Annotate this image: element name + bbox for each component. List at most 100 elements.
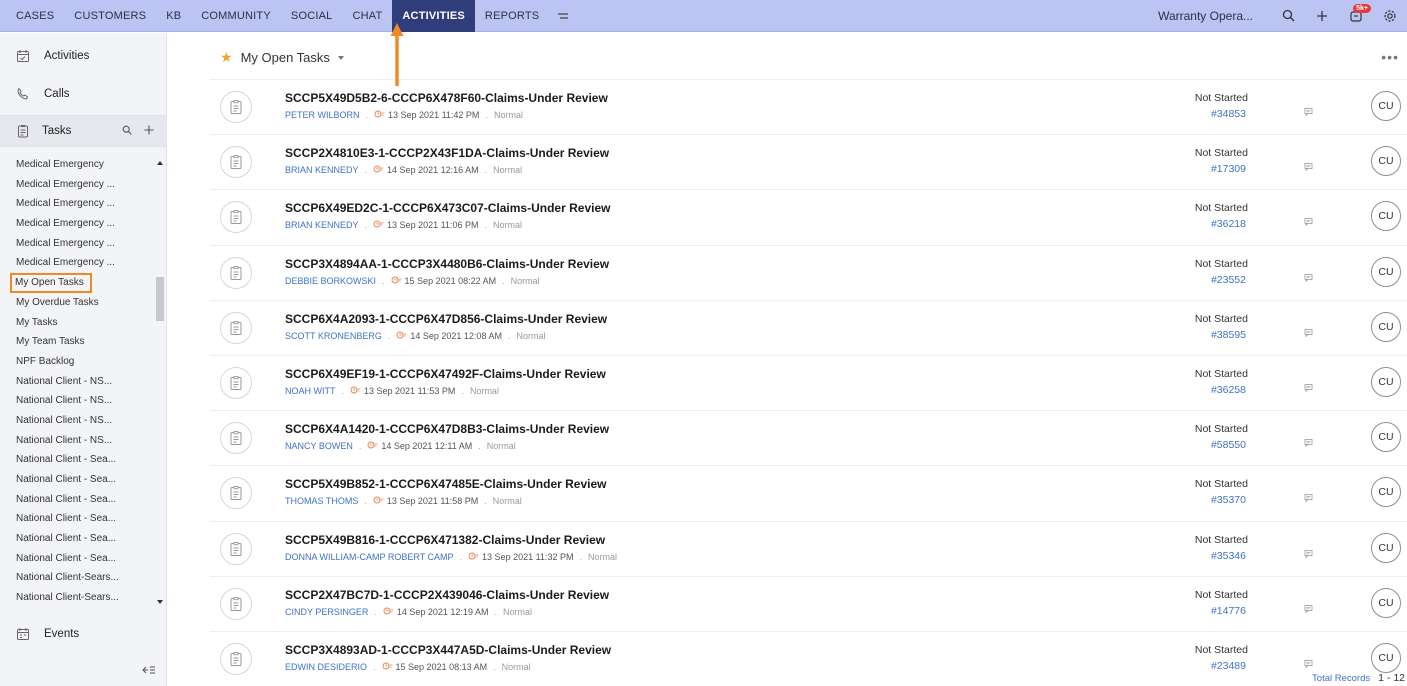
task-row[interactable]: SCCP6X49EF19-1-CCCP6X47492F-Claims-Under… <box>210 354 1407 410</box>
search-icon[interactable] <box>122 125 132 138</box>
task-row[interactable]: SCCP5X49B816-1-CCCP6X471382-Claims-Under… <box>210 520 1407 576</box>
ticket-number-link[interactable]: #34853 <box>1190 108 1246 120</box>
contact-link[interactable]: NOAH WITT <box>285 386 336 396</box>
sidebar-item-tasks[interactable]: Tasks <box>0 115 166 147</box>
nav-tab-reports[interactable]: REPORTS <box>475 0 549 32</box>
task-subject-link[interactable]: SCCP3X4894AA-1-CCCP3X4480B6-Claims-Under… <box>285 257 609 271</box>
owner-avatar[interactable]: CU <box>1371 311 1401 342</box>
scrollbar-thumb[interactable] <box>156 277 164 321</box>
search-icon[interactable] <box>1271 0 1305 32</box>
sidebar-view-item[interactable]: National Client - NS... <box>0 431 155 451</box>
sidebar-view-item[interactable]: National Client-Sears... <box>0 568 155 588</box>
nav-tab-activities[interactable]: ACTIVITIES <box>392 0 475 32</box>
sidebar-view-item[interactable]: Medical Emergency <box>0 155 155 175</box>
task-row[interactable]: SCCP6X4A2093-1-CCCP6X47D856-Claims-Under… <box>210 299 1407 355</box>
sidebar-item-activities[interactable]: Activities <box>0 37 166 75</box>
sidebar-view-item[interactable]: National Client - Sea... <box>0 529 155 549</box>
sidebar-view-item[interactable]: National Client - Sea... <box>0 470 155 490</box>
comment-icon[interactable] <box>1304 213 1313 231</box>
notification-icon[interactable]: 5k+ <box>1339 0 1373 32</box>
comment-icon[interactable] <box>1304 103 1313 121</box>
sidebar-view-item[interactable]: National Client - NS... <box>0 391 155 411</box>
sidebar-view-item[interactable]: Medical Emergency ... <box>0 214 155 234</box>
sidebar-item-events[interactable]: Events <box>0 615 166 653</box>
collapse-sidebar-icon[interactable] <box>142 664 156 678</box>
contact-link[interactable]: SCOTT KRONENBERG <box>285 331 382 341</box>
nav-tab-chat[interactable]: CHAT <box>342 0 392 32</box>
ticket-number-link[interactable]: #36218 <box>1190 218 1246 230</box>
sidebar-view-item[interactable]: NPF Backlog <box>0 352 155 372</box>
add-view-icon[interactable] <box>144 125 154 138</box>
task-row[interactable]: SCCP3X4893AD-1-CCCP3X447A5D-Claims-Under… <box>210 630 1407 686</box>
comment-icon[interactable] <box>1304 600 1313 618</box>
owner-avatar[interactable]: CU <box>1371 256 1401 287</box>
ticket-number-link[interactable]: #36258 <box>1190 384 1246 396</box>
comment-icon[interactable] <box>1304 324 1313 342</box>
sidebar-view-item[interactable]: National Client - NS... <box>0 411 155 431</box>
comment-icon[interactable] <box>1304 545 1313 563</box>
contact-link[interactable]: EDWIN DESIDERIO <box>285 662 367 672</box>
sidebar-view-item[interactable]: National Client - Sea... <box>0 450 155 470</box>
nav-tab-kb[interactable]: KB <box>156 0 191 32</box>
task-subject-link[interactable]: SCCP2X47BC7D-1-CCCP2X439046-Claims-Under… <box>285 588 609 602</box>
sidebar-view-item[interactable]: Medical Emergency ... <box>0 253 155 273</box>
task-subject-link[interactable]: SCCP6X4A1420-1-CCCP6X47D8B3-Claims-Under… <box>285 422 609 436</box>
sidebar-view-item[interactable]: My Overdue Tasks <box>0 293 155 313</box>
owner-avatar[interactable]: CU <box>1371 201 1401 232</box>
sidebar-view-item[interactable]: National Client-Sears... <box>0 588 155 608</box>
task-subject-link[interactable]: SCCP5X49B816-1-CCCP6X471382-Claims-Under… <box>285 533 605 547</box>
sidebar-view-item[interactable]: My Open Tasks <box>10 273 92 293</box>
sidebar-view-item[interactable]: Medical Emergency ... <box>0 175 155 195</box>
contact-link[interactable]: PETER WILBORN <box>285 110 360 120</box>
contact-link[interactable]: BRIAN KENNEDY <box>285 220 359 230</box>
task-subject-link[interactable]: SCCP5X49D5B2-6-CCCP6X478F60-Claims-Under… <box>285 91 608 105</box>
owner-avatar[interactable]: CU <box>1371 366 1401 397</box>
ticket-number-link[interactable]: #23552 <box>1190 274 1246 286</box>
owner-avatar[interactable]: CU <box>1371 422 1401 453</box>
comment-icon[interactable] <box>1304 158 1313 176</box>
task-subject-link[interactable]: SCCP6X4A2093-1-CCCP6X47D856-Claims-Under… <box>285 312 607 326</box>
contact-link[interactable]: NANCY BOWEN <box>285 441 353 451</box>
ticket-number-link[interactable]: #17309 <box>1190 163 1246 175</box>
contact-link[interactable]: DEBBIE BORKOWSKI <box>285 276 376 286</box>
task-row[interactable]: SCCP5X49B852-1-CCCP6X47485E-Claims-Under… <box>210 465 1407 520</box>
sidebar-item-calls[interactable]: Calls <box>0 75 166 113</box>
ticket-number-link[interactable]: #58550 <box>1190 439 1246 451</box>
task-subject-link[interactable]: SCCP5X49B852-1-CCCP6X47485E-Claims-Under… <box>285 477 606 491</box>
task-row[interactable]: SCCP6X4A1420-1-CCCP6X47D8B3-Claims-Under… <box>210 410 1407 465</box>
task-subject-link[interactable]: SCCP6X49EF19-1-CCCP6X47492F-Claims-Under… <box>285 367 606 381</box>
owner-avatar[interactable]: CU <box>1371 477 1401 508</box>
sidebar-view-item[interactable]: National Client - Sea... <box>0 549 155 569</box>
owner-avatar[interactable]: CU <box>1371 587 1401 618</box>
owner-avatar[interactable]: CU <box>1371 91 1401 121</box>
sidebar-view-item[interactable]: My Tasks <box>0 313 155 333</box>
contact-link[interactable]: DONNA WILLIAM-CAMP ROBERT CAMP <box>285 552 454 562</box>
contact-link[interactable]: CINDY PERSINGER <box>285 607 368 617</box>
owner-avatar[interactable]: CU <box>1371 642 1401 673</box>
ticket-number-link[interactable]: #35370 <box>1190 494 1246 506</box>
view-title-dropdown[interactable]: ★ My Open Tasks <box>220 49 344 66</box>
sidebar-view-item[interactable]: Medical Emergency ... <box>0 234 155 254</box>
comment-icon[interactable] <box>1304 489 1313 507</box>
comment-icon[interactable] <box>1304 269 1313 287</box>
more-options-icon[interactable]: ••• <box>1381 49 1399 65</box>
owner-avatar[interactable]: CU <box>1371 532 1401 563</box>
nav-more-icon[interactable] <box>549 8 577 24</box>
sidebar-view-item[interactable]: My Team Tasks <box>0 332 155 352</box>
task-row[interactable]: SCCP6X49ED2C-1-CCCP6X473C07-Claims-Under… <box>210 189 1407 244</box>
task-row[interactable]: SCCP2X4810E3-1-CCCP2X43F1DA-Claims-Under… <box>210 134 1407 189</box>
nav-tab-community[interactable]: COMMUNITY <box>191 0 281 32</box>
scroll-up-icon[interactable] <box>157 161 163 165</box>
sidebar-view-item[interactable]: National Client - Sea... <box>0 490 155 510</box>
scroll-down-icon[interactable] <box>157 600 163 604</box>
gear-icon[interactable] <box>1373 0 1407 32</box>
ticket-number-link[interactable]: #38595 <box>1190 329 1246 341</box>
star-icon[interactable]: ★ <box>220 49 233 66</box>
task-subject-link[interactable]: SCCP3X4893AD-1-CCCP3X447A5D-Claims-Under… <box>285 643 611 657</box>
contact-link[interactable]: THOMAS THOMS <box>285 496 358 506</box>
ticket-number-link[interactable]: #14776 <box>1190 605 1246 617</box>
nav-tab-customers[interactable]: CUSTOMERS <box>64 0 156 32</box>
comment-icon[interactable] <box>1304 379 1313 397</box>
add-icon[interactable] <box>1305 0 1339 32</box>
owner-avatar[interactable]: CU <box>1371 146 1401 177</box>
